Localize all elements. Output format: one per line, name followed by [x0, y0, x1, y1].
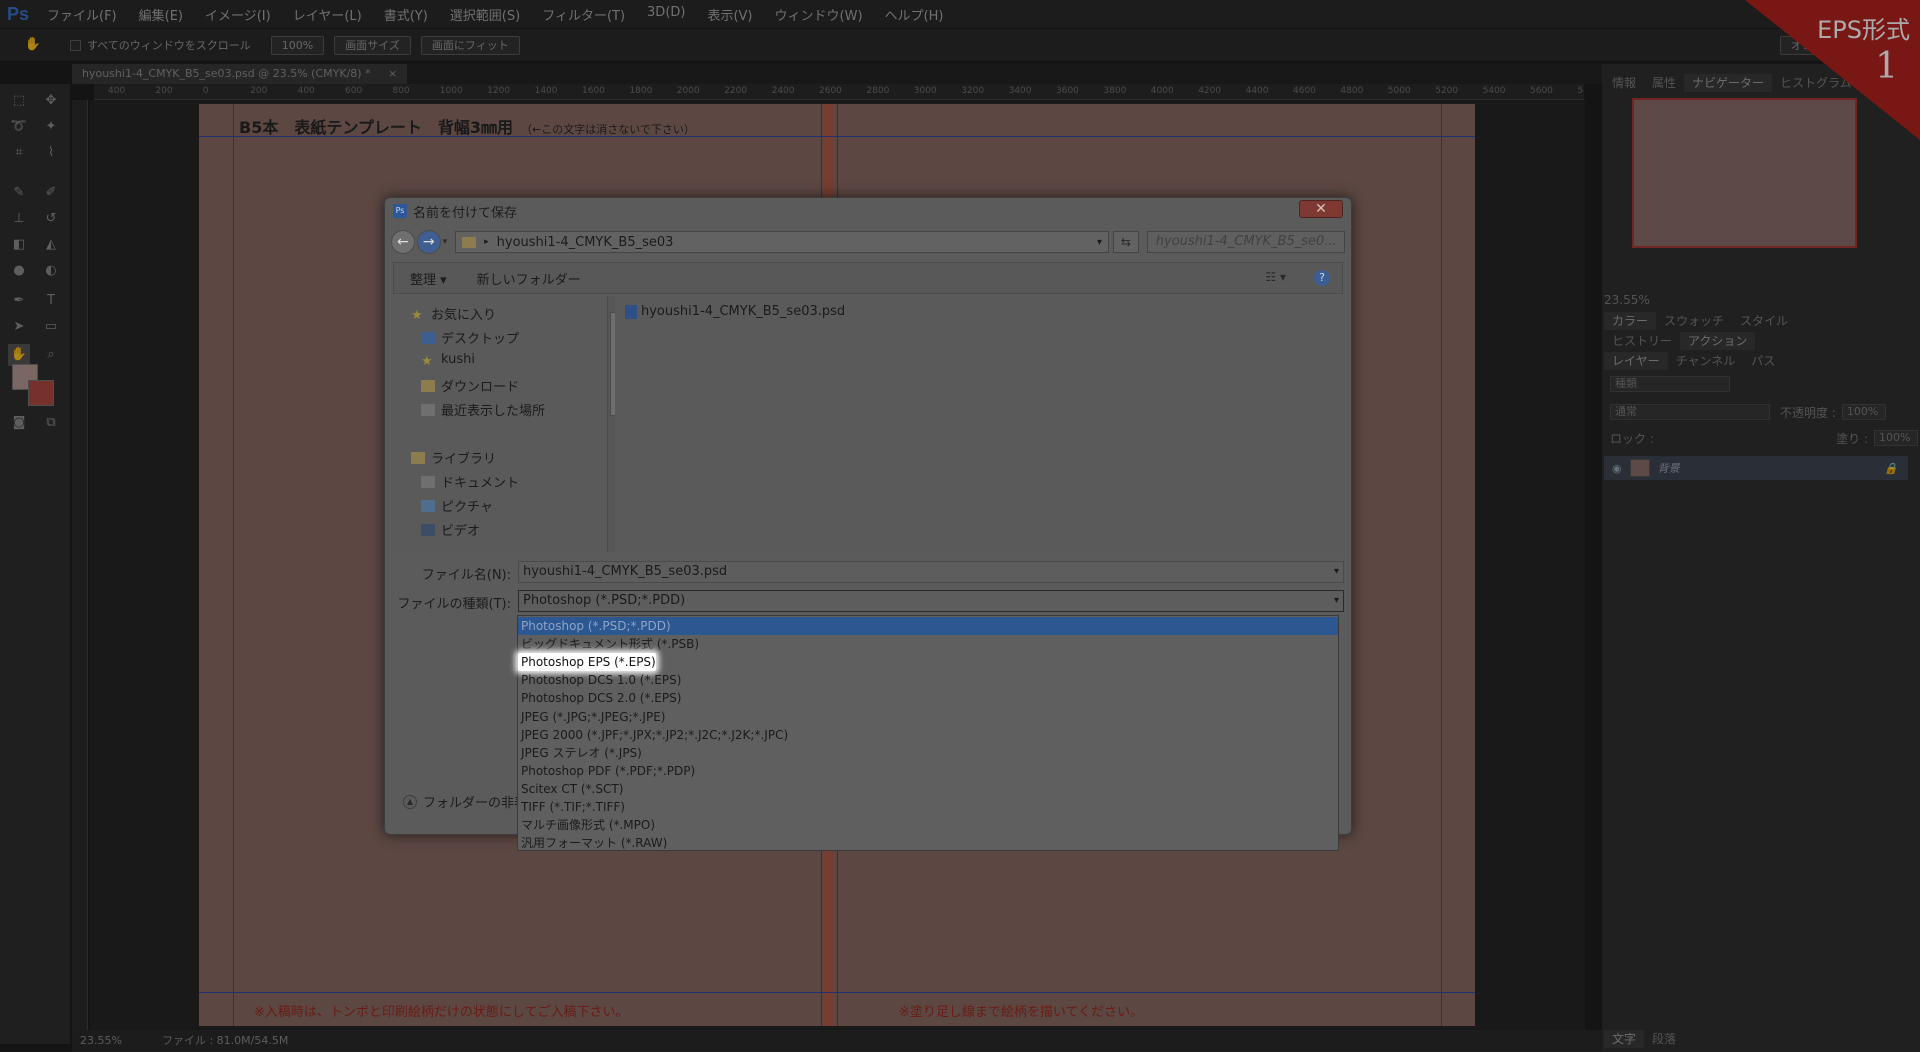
search-placeholder: hyoushi1-4_CMYK_B5_se0... — [1155, 234, 1337, 249]
chevron-down-icon[interactable]: ▾ — [1334, 562, 1339, 582]
tree-videos-label: ビデオ — [441, 524, 481, 539]
tree-libraries-label: ライブラリ — [431, 452, 497, 467]
filetype-option[interactable]: TIFF (*.TIF;*.TIFF) — [518, 798, 1338, 816]
tree-recent-label: 最近表示した場所 — [441, 404, 546, 419]
filetype-option[interactable]: Photoshop DCS 2.0 (*.EPS) — [518, 689, 1338, 707]
psd-file-icon — [625, 304, 637, 319]
star-icon: ★ — [421, 353, 433, 369]
pictures-icon — [421, 499, 435, 512]
filetype-label: ファイルの種類(T): — [397, 597, 511, 612]
hide-folders-label: フォルダーの非表 — [423, 796, 528, 811]
tree-documents-label: ドキュメント — [441, 476, 520, 491]
tree-pictures-label: ピクチャ — [441, 500, 493, 515]
tree-desktop-label: デスクトップ — [441, 332, 520, 347]
folder-icon — [462, 236, 477, 248]
photoshop-icon: Ps — [393, 204, 407, 218]
desktop-icon — [421, 331, 435, 344]
filetype-option[interactable]: Scitex CT (*.SCT) — [518, 780, 1338, 798]
filetype-value: Photoshop (*.PSD;*.PDD) — [523, 593, 686, 608]
chevron-up-icon: ▲ — [403, 794, 417, 809]
refresh-button[interactable]: ⇆ — [1113, 231, 1139, 253]
file-item[interactable]: hyoushi1-4_CMYK_B5_se03.psd — [625, 304, 845, 319]
filetype-dropdown-list: Photoshop (*.PSD;*.PDD) ビッグドキュメント形式 (*.PS… — [517, 615, 1339, 851]
filename-value: hyoushi1-4_CMYK_B5_se03.psd — [523, 564, 728, 579]
filetype-option[interactable]: JPEG (*.JPG;*.JPEG;*.JPE) — [518, 708, 1338, 726]
back-button[interactable]: ← — [391, 230, 415, 254]
library-icon — [411, 451, 425, 464]
tree-documents[interactable]: ドキュメント — [421, 472, 519, 491]
tree-libraries[interactable]: ライブラリ — [411, 448, 496, 467]
downloads-folder-icon — [421, 379, 435, 392]
tree-user[interactable]: ★ kushi — [421, 352, 475, 369]
tree-desktop[interactable]: デスクトップ — [421, 328, 519, 347]
filetype-option[interactable]: 汎用フォーマット (*.RAW) — [518, 834, 1338, 852]
tree-pictures[interactable]: ピクチャ — [421, 496, 493, 515]
hide-folders-toggle[interactable]: ▲ フォルダーの非表 — [403, 792, 527, 811]
navigation-tree: ★ お気に入り デスクトップ ★ kushi ダウンロード 最近表示した場所 ライブ… — [393, 296, 615, 552]
close-button[interactable]: ✕ — [1299, 200, 1343, 218]
tree-user-label: kushi — [441, 352, 475, 367]
filetype-option[interactable]: Photoshop EPS (*.EPS) — [518, 653, 656, 672]
filetype-option[interactable]: マルチ画像形式 (*.MPO) — [518, 816, 1338, 834]
videos-icon — [421, 523, 435, 536]
view-options-icon[interactable]: ☷ ▾ — [1265, 270, 1286, 284]
filetype-option[interactable]: JPEG 2000 (*.JPF;*.JPX;*.JP2;*.J2C;*.J2K… — [518, 726, 1338, 744]
history-dropdown-icon[interactable]: ▾ — [443, 237, 448, 247]
new-folder-button[interactable]: 新しいフォルダー — [477, 269, 581, 288]
tree-favorites[interactable]: ★ お気に入り — [411, 304, 497, 324]
filetype-option[interactable]: ビッグドキュメント形式 (*.PSB) — [518, 635, 1338, 653]
dialog-title: 名前を付けて保存 — [413, 205, 518, 221]
search-input[interactable]: hyoushi1-4_CMYK_B5_se0... — [1146, 231, 1346, 253]
organize-button[interactable]: 整理 ▾ — [410, 269, 447, 288]
filetype-option[interactable]: JPEG ステレオ (*.JPS) — [518, 744, 1338, 762]
scrollbar-thumb[interactable] — [610, 312, 615, 416]
documents-icon — [421, 475, 435, 488]
file-item-name: hyoushi1-4_CMYK_B5_se03.psd — [641, 304, 846, 319]
recent-places-icon — [421, 403, 435, 416]
file-list[interactable]: hyoushi1-4_CMYK_B5_se03.psd — [617, 296, 1343, 552]
tree-favorites-label: お気に入り — [431, 308, 497, 323]
address-dropdown-icon[interactable]: ▾ — [1097, 237, 1102, 248]
filename-label: ファイル名(N): — [421, 568, 511, 583]
breadcrumb-chevron-icon[interactable]: ▸ — [484, 237, 489, 247]
tree-downloads[interactable]: ダウンロード — [421, 376, 519, 395]
tree-recent[interactable]: 最近表示した場所 — [421, 400, 545, 419]
forward-button[interactable]: → — [416, 230, 441, 254]
help-button[interactable]: ? — [1314, 270, 1330, 286]
filetype-option[interactable]: Photoshop (*.PSD;*.PDD) — [518, 617, 1338, 635]
filetype-select[interactable]: Photoshop (*.PSD;*.PDD) ▾ — [518, 590, 1344, 612]
filename-input[interactable]: hyoushi1-4_CMYK_B5_se03.psd ▾ — [518, 561, 1344, 583]
command-bar: 整理 ▾ 新しいフォルダー ☷ ▾ ? — [393, 262, 1343, 294]
address-row: ← → ▾ ▸ hyoushi1-4_CMYK_B5_se03 ▾ ⇆ hyou… — [391, 228, 1346, 256]
tree-videos[interactable]: ビデオ — [421, 520, 480, 539]
tree-downloads-label: ダウンロード — [441, 380, 520, 395]
chevron-down-icon[interactable]: ▾ — [1334, 591, 1339, 611]
tree-scrollbar[interactable] — [607, 296, 615, 552]
address-bar[interactable]: ▸ hyoushi1-4_CMYK_B5_se03 ▾ — [455, 231, 1109, 253]
filetype-option[interactable]: Photoshop PDF (*.PDF;*.PDP) — [518, 762, 1338, 780]
star-icon: ★ — [411, 307, 423, 323]
filetype-option[interactable]: Photoshop DCS 1.0 (*.EPS) — [518, 671, 1338, 689]
address-path: hyoushi1-4_CMYK_B5_se03 — [496, 234, 674, 250]
dialog-titlebar: Ps 名前を付けて保存 ✕ — [385, 198, 1351, 224]
